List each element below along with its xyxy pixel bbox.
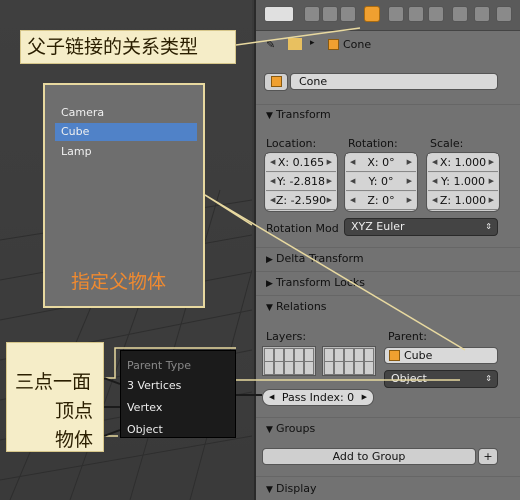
updown-arrows-icon: ⇕	[485, 374, 492, 383]
parent-value: Cube	[404, 349, 433, 362]
object-tab-icon[interactable]	[364, 6, 380, 22]
increment-arrow-icon: ▶	[361, 393, 367, 401]
location-z-field[interactable]: ◀ Z: -2.590 ▶	[266, 192, 336, 210]
list-item-selected[interactable]: Cube	[55, 123, 197, 141]
pass-index-field[interactable]: ◀ Pass Index: 0 ▶	[262, 389, 374, 406]
groups-header[interactable]: ▼ Groups	[266, 422, 315, 435]
parent-label: Parent:	[388, 330, 427, 343]
divider	[256, 476, 520, 477]
parent-type-select[interactable]: Object ⇕	[384, 370, 498, 388]
add-to-group-button[interactable]: Add to Group	[262, 448, 476, 465]
divider	[256, 417, 520, 418]
editor-type-button[interactable]	[264, 6, 294, 22]
location-y-field[interactable]: ◀ Y: -2.818 ▶	[266, 173, 336, 191]
annotation-parent-type: 父子链接的关系类型	[20, 30, 236, 64]
rotation-mode-label: Rotation Mod	[266, 222, 339, 235]
annotation-panel: 三点一面 顶点 物体	[6, 342, 104, 452]
data-tab-icon[interactable]	[428, 6, 444, 22]
add-plus-icon[interactable]: +	[478, 448, 498, 465]
scene-tab-icon[interactable]	[322, 6, 338, 22]
rotation-label: Rotation:	[348, 137, 398, 150]
cube-icon	[328, 39, 339, 50]
parent-type-menu: Parent Type 3 Vertices Vertex Object	[120, 350, 236, 438]
menu-item-object[interactable]: Object	[127, 423, 163, 436]
list-item[interactable]: Lamp	[55, 143, 197, 161]
layers-grid-right[interactable]	[322, 346, 376, 376]
decrement-arrow-icon: ◀	[269, 393, 275, 401]
transform-header[interactable]: ▼ Transform	[266, 108, 331, 121]
rotation-mode-value: XYZ Euler	[351, 220, 405, 233]
divider	[256, 247, 520, 248]
constraints-tab-icon[interactable]	[388, 6, 404, 22]
rotation-y-field[interactable]: ◀ Y: 0° ▶	[346, 173, 416, 191]
display-header[interactable]: ▼ Display	[266, 482, 317, 495]
rotation-group: ◀ X: 0° ▶ ◀ Y: 0° ▶ ◀ Z: 0° ▶	[344, 152, 418, 212]
modifiers-tab-icon[interactable]	[408, 6, 424, 22]
texture-tab-icon[interactable]	[474, 6, 490, 22]
scale-group: ◀ X: 1.000 ▶ ◀ Y: 1.000 ▶ ◀ Z: 1.000 ▶	[426, 152, 500, 212]
divider	[256, 271, 520, 272]
properties-tab-bar	[256, 0, 520, 31]
annotation-object: 物体	[55, 429, 94, 451]
material-tab-icon[interactable]	[452, 6, 468, 22]
scale-z-field[interactable]: ◀ Z: 1.000 ▶	[428, 192, 498, 210]
rotation-mode-select[interactable]: XYZ Euler ⇕	[344, 218, 498, 236]
delta-transform-header[interactable]: ▶ Delta Transform	[266, 252, 364, 265]
breadcrumb: Cone	[328, 38, 371, 51]
breadcrumb-arrow-icon: ▸	[310, 38, 315, 48]
annotation-specify-parent: 指定父物体	[71, 271, 167, 293]
annotation-vertex: 顶点	[55, 400, 94, 422]
object-type-icon	[264, 73, 288, 91]
updown-arrows-icon: ⇕	[485, 222, 492, 231]
rotation-z-field[interactable]: ◀ Z: 0° ▶	[346, 192, 416, 210]
render-tab-icon[interactable]	[304, 6, 320, 22]
menu-item-vertex[interactable]: Vertex	[127, 401, 162, 414]
annotation-three-vertices: 三点一面	[15, 371, 92, 393]
location-label: Location:	[266, 137, 317, 150]
parent-field[interactable]: Cube	[384, 347, 498, 364]
pin-icon[interactable]: ✎	[266, 38, 275, 51]
relations-header[interactable]: ▼ Relations	[266, 300, 327, 313]
world-tab-icon[interactable]	[340, 6, 356, 22]
layers-grid-left[interactable]	[262, 346, 316, 376]
scale-y-field[interactable]: ◀ Y: 1.000 ▶	[428, 173, 498, 191]
parent-object-list: Camera Cube Lamp 指定父物体	[43, 83, 205, 308]
divider	[256, 295, 520, 296]
parent-type-value: Object	[391, 372, 427, 385]
object-name-field[interactable]: Cone	[290, 73, 498, 90]
scale-label: Scale:	[430, 137, 464, 150]
transform-locks-header[interactable]: ▶ Transform Locks	[266, 276, 365, 289]
cube-icon	[389, 350, 400, 361]
menu-item-3-vertices[interactable]: 3 Vertices	[127, 379, 181, 392]
properties-panel: ✎ ▸ Cone Cone ▼ Transform Location: Rotat…	[254, 0, 520, 500]
particles-tab-icon[interactable]	[496, 6, 512, 22]
location-group: ◀ X: 0.165 ▶ ◀ Y: -2.818 ▶ ◀ Z: -2.590 ▶	[264, 152, 338, 212]
breadcrumb-label: Cone	[343, 38, 372, 51]
object-data-icon	[288, 38, 302, 50]
rotation-x-field[interactable]: ◀ X: 0° ▶	[346, 154, 416, 172]
scale-x-field[interactable]: ◀ X: 1.000 ▶	[428, 154, 498, 172]
menu-title: Parent Type	[127, 359, 191, 372]
layers-label: Layers:	[266, 330, 307, 343]
list-item[interactable]: Camera	[55, 104, 197, 122]
divider	[256, 104, 520, 105]
location-x-field[interactable]: ◀ X: 0.165 ▶	[266, 154, 336, 172]
